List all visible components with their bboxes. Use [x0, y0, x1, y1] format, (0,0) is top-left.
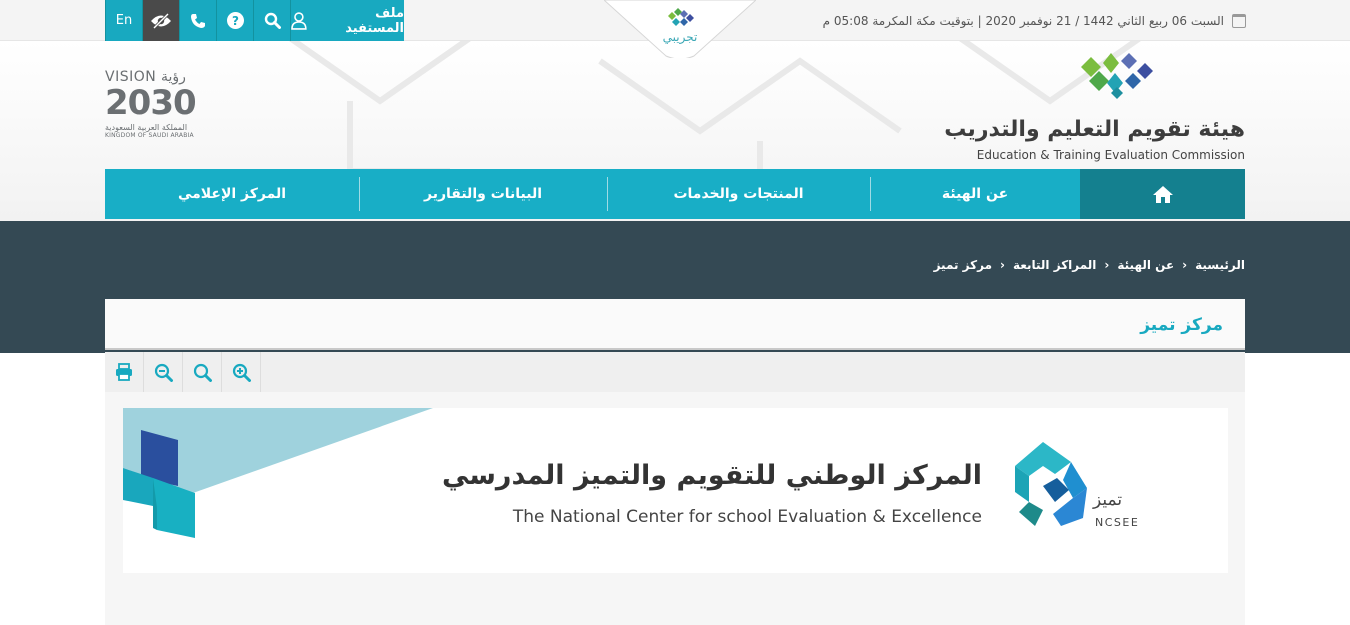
center-name-ar: المركز الوطني للتقويم والتميز المدرسي: [442, 460, 982, 491]
accessibility-button[interactable]: [142, 0, 179, 41]
breadcrumb-home[interactable]: الرئيسية: [1195, 258, 1245, 272]
date-display: السبت 06 ربيع الثاني 1442 / 21 نوفمبر 20…: [823, 0, 1246, 41]
call-button[interactable]: [179, 0, 216, 41]
print-button[interactable]: [105, 352, 144, 392]
nav-item-products[interactable]: المنتجات والخدمات: [607, 169, 870, 219]
search-icon: [193, 363, 212, 382]
vision-2030-logo: VISION رؤية 2030 المملكة العربية السعودي…: [105, 69, 197, 139]
page-title-box: مركز تميز: [105, 299, 1245, 350]
chevron-left-icon: ‹: [1000, 258, 1005, 272]
utility-buttons: En ? ملف المستفيد: [105, 0, 404, 41]
banner-decoration: [123, 408, 433, 538]
zoom-out-icon: [154, 363, 173, 382]
print-icon: [116, 363, 132, 381]
svg-text:?: ?: [232, 14, 239, 28]
phone-icon: [191, 13, 205, 28]
sandbox-label: تجريبي: [662, 30, 698, 44]
zoom-out-button[interactable]: [144, 352, 183, 392]
eye-slash-icon: [151, 12, 171, 29]
center-name-en: The National Center for school Evaluatio…: [512, 507, 982, 527]
breadcrumb-current: مركز تميز: [933, 258, 993, 272]
calendar-icon: [1232, 13, 1246, 28]
org-logo-mark: [1081, 53, 1153, 99]
profile-label: ملف المستفيد: [345, 5, 404, 36]
sandbox-tab: تجريبي: [604, 0, 756, 58]
user-icon: [291, 11, 307, 30]
ncsee-logo-mark: [1015, 442, 1087, 526]
home-icon: [1152, 185, 1173, 203]
center-short-name-en: NCSEE: [1095, 516, 1140, 529]
sandbox-logo-icon: [668, 8, 694, 26]
chevron-left-icon: ‹: [1182, 258, 1188, 272]
chevron-left-icon: ‹: [1104, 258, 1110, 272]
breadcrumb-centers[interactable]: المراكز التابعة: [1013, 258, 1096, 272]
breadcrumb-about[interactable]: عن الهيئة: [1117, 258, 1174, 272]
org-name-ar: هيئة تقويم التعليم والتدريب: [944, 117, 1245, 142]
help-button[interactable]: ?: [216, 0, 253, 41]
question-icon: ?: [226, 12, 244, 29]
center-banner: المركز الوطني للتقويم والتميز المدرسي Th…: [123, 408, 1228, 573]
search-icon: [264, 12, 281, 29]
main-nav: عن الهيئة المنتجات والخدمات البيانات وال…: [105, 169, 1245, 219]
nav-item-media[interactable]: المركز الإعلامي: [105, 169, 359, 219]
page-title: مركز تميز: [1140, 314, 1223, 335]
page-tools: [105, 352, 1245, 392]
zoom-in-button[interactable]: [222, 352, 261, 392]
center-short-name-ar: تميز: [1093, 490, 1123, 510]
org-name-en: Education & Training Evaluation Commissi…: [976, 148, 1245, 162]
zoom-in-icon: [232, 363, 251, 382]
profile-button[interactable]: ملف المستفيد: [290, 0, 404, 41]
nav-item-data[interactable]: البيانات والتقارير: [359, 169, 607, 219]
breadcrumb: الرئيسية ‹ عن الهيئة ‹ المراكز التابعة ‹…: [934, 258, 1245, 272]
date-text: السبت 06 ربيع الثاني 1442 / 21 نوفمبر 20…: [822, 13, 1224, 28]
search-button[interactable]: [253, 0, 290, 41]
language-button[interactable]: En: [105, 0, 142, 41]
nav-item-about[interactable]: عن الهيئة: [870, 169, 1080, 219]
zoom-reset-button[interactable]: [183, 352, 222, 392]
nav-home[interactable]: [1080, 169, 1245, 219]
